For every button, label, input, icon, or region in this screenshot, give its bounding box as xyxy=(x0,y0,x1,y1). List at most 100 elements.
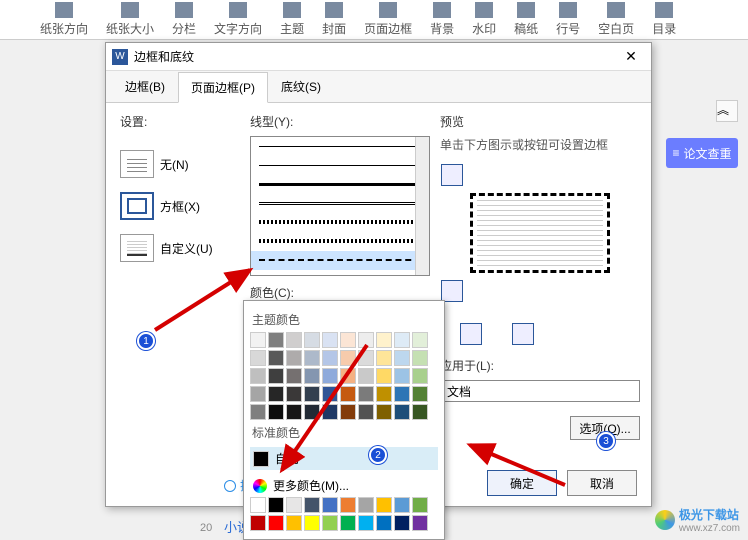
color-swatch[interactable] xyxy=(412,515,428,531)
color-swatch[interactable] xyxy=(376,368,392,384)
color-swatch[interactable] xyxy=(340,497,356,513)
color-swatch[interactable] xyxy=(322,350,338,366)
color-swatch[interactable] xyxy=(286,350,302,366)
color-swatch[interactable] xyxy=(412,404,428,420)
cancel-button[interactable]: 取消 xyxy=(567,470,637,496)
color-swatch[interactable] xyxy=(376,350,392,366)
color-swatch[interactable] xyxy=(394,515,410,531)
color-swatch[interactable] xyxy=(322,332,338,348)
color-swatch[interactable] xyxy=(394,386,410,402)
color-swatch[interactable] xyxy=(358,350,374,366)
setting-custom[interactable]: 自定义(U) xyxy=(120,234,240,262)
more-colors-option[interactable]: 更多颜色(M)... xyxy=(250,474,438,497)
color-swatch[interactable] xyxy=(250,386,266,402)
color-swatch[interactable] xyxy=(322,497,338,513)
color-swatch[interactable] xyxy=(412,350,428,366)
dock-collapse[interactable]: ︽ xyxy=(716,100,738,122)
color-swatch[interactable] xyxy=(268,497,284,513)
color-swatch[interactable] xyxy=(376,332,392,348)
color-swatch[interactable] xyxy=(250,332,266,348)
color-swatch[interactable] xyxy=(340,368,356,384)
scrollbar[interactable] xyxy=(415,137,429,275)
color-swatch[interactable] xyxy=(340,332,356,348)
color-swatch[interactable] xyxy=(340,404,356,420)
color-swatch[interactable] xyxy=(286,497,302,513)
setting-box[interactable]: 方框(X) xyxy=(120,192,240,220)
color-swatch[interactable] xyxy=(322,404,338,420)
color-swatch[interactable] xyxy=(304,497,320,513)
border-bottom-toggle[interactable] xyxy=(441,280,463,302)
apply-to-dropdown[interactable]: 文档 xyxy=(440,380,640,402)
ribbon-theme[interactable]: 主题 xyxy=(280,0,304,39)
color-swatch[interactable] xyxy=(250,497,266,513)
color-swatch[interactable] xyxy=(394,404,410,420)
color-swatch[interactable] xyxy=(394,332,410,348)
close-button[interactable]: ✕ xyxy=(617,43,645,71)
color-swatch[interactable] xyxy=(376,404,392,420)
color-swatch[interactable] xyxy=(376,515,392,531)
color-swatch[interactable] xyxy=(304,368,320,384)
ribbon-text-direction[interactable]: 文字方向 xyxy=(214,0,262,39)
color-swatch[interactable] xyxy=(358,386,374,402)
color-swatch[interactable] xyxy=(286,368,302,384)
dock-essay-review[interactable]: ≡ 论文查重 xyxy=(666,138,738,168)
color-swatch[interactable] xyxy=(304,404,320,420)
preview-box[interactable] xyxy=(470,193,610,273)
color-swatch[interactable] xyxy=(268,386,284,402)
ribbon-line-number[interactable]: 行号 xyxy=(556,0,580,39)
tab-shading[interactable]: 底纹(S) xyxy=(268,71,334,102)
color-swatch[interactable] xyxy=(268,404,284,420)
ribbon-watermark[interactable]: 水印 xyxy=(472,0,496,39)
color-swatch[interactable] xyxy=(358,515,374,531)
line-style-list[interactable] xyxy=(250,136,430,276)
ribbon-blank-page[interactable]: 空白页 xyxy=(598,0,634,39)
color-swatch[interactable] xyxy=(322,368,338,384)
color-swatch[interactable] xyxy=(340,515,356,531)
color-swatch[interactable] xyxy=(268,515,284,531)
color-swatch[interactable] xyxy=(250,350,266,366)
color-swatch[interactable] xyxy=(286,515,302,531)
color-swatch[interactable] xyxy=(304,386,320,402)
color-swatch[interactable] xyxy=(358,404,374,420)
ribbon-columns[interactable]: 分栏 xyxy=(172,0,196,39)
color-swatch[interactable] xyxy=(412,497,428,513)
color-swatch[interactable] xyxy=(268,368,284,384)
ok-button[interactable]: 确定 xyxy=(487,470,557,496)
color-swatch[interactable] xyxy=(250,404,266,420)
color-swatch[interactable] xyxy=(250,515,266,531)
color-swatch[interactable] xyxy=(304,515,320,531)
color-swatch[interactable] xyxy=(412,332,428,348)
setting-none[interactable]: 无(N) xyxy=(120,150,240,178)
color-swatch[interactable] xyxy=(286,386,302,402)
color-swatch[interactable] xyxy=(304,350,320,366)
color-swatch[interactable] xyxy=(358,497,374,513)
ribbon-paper-size[interactable]: 纸张大小 xyxy=(106,0,154,39)
ribbon-page-border[interactable]: 页面边框 xyxy=(364,0,412,39)
border-left-toggle[interactable] xyxy=(460,323,482,345)
ribbon-toc[interactable]: 目录 xyxy=(652,0,676,39)
color-swatch[interactable] xyxy=(376,497,392,513)
color-swatch[interactable] xyxy=(394,497,410,513)
color-swatch[interactable] xyxy=(358,368,374,384)
color-swatch[interactable] xyxy=(322,515,338,531)
color-swatch[interactable] xyxy=(268,332,284,348)
color-swatch[interactable] xyxy=(412,386,428,402)
color-swatch[interactable] xyxy=(376,386,392,402)
auto-color-option[interactable]: 自动 xyxy=(250,447,438,470)
color-swatch[interactable] xyxy=(340,350,356,366)
tab-border[interactable]: 边框(B) xyxy=(112,71,178,102)
color-swatch[interactable] xyxy=(394,368,410,384)
border-top-toggle[interactable] xyxy=(441,164,463,186)
color-swatch[interactable] xyxy=(412,368,428,384)
ribbon-paper-orientation[interactable]: 纸张方向 xyxy=(40,0,88,39)
color-swatch[interactable] xyxy=(322,386,338,402)
color-swatch[interactable] xyxy=(394,350,410,366)
tab-page-border[interactable]: 页面边框(P) xyxy=(178,72,268,103)
color-swatch[interactable] xyxy=(358,332,374,348)
color-swatch[interactable] xyxy=(268,350,284,366)
color-swatch[interactable] xyxy=(286,332,302,348)
color-swatch[interactable] xyxy=(286,404,302,420)
ribbon-cover[interactable]: 封面 xyxy=(322,0,346,39)
color-swatch[interactable] xyxy=(304,332,320,348)
color-swatch[interactable] xyxy=(250,368,266,384)
